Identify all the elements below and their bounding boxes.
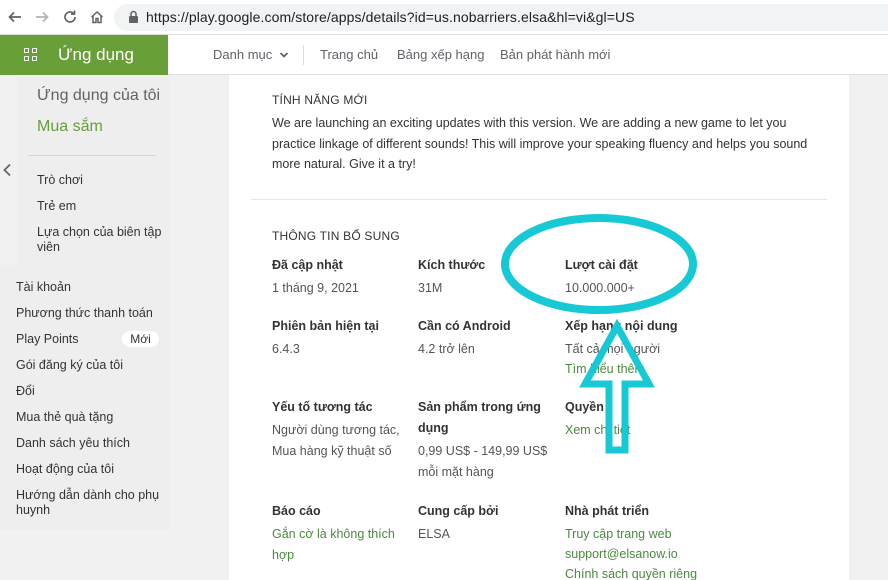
android-value: 4.2 trở lên bbox=[418, 342, 475, 356]
whats-new-text: We are launching an exciting updates wit… bbox=[272, 116, 808, 171]
sidebar-item-activity[interactable]: Hoạt động của tôi bbox=[16, 462, 114, 477]
offered-by-value: ELSA bbox=[418, 527, 450, 541]
categories-label: Danh mục bbox=[213, 47, 273, 62]
privacy-policy-link[interactable]: Chính sách quyền riêng bbox=[565, 564, 697, 580]
content-rating-value: Tất cả mọi người bbox=[565, 342, 661, 356]
size-value: 31M bbox=[418, 281, 443, 295]
sidebar-divider bbox=[28, 155, 156, 156]
categories-menu[interactable]: Danh mục bbox=[213, 47, 289, 62]
sidebar-item-my-apps[interactable]: Ứng dụng của tôi bbox=[37, 87, 160, 105]
back-icon[interactable] bbox=[5, 7, 25, 27]
sidebar-item-payment[interactable]: Phương thức thanh toán bbox=[16, 306, 153, 321]
installs-label: Lượt cài đặt bbox=[565, 258, 638, 272]
apps-section-tab[interactable]: Ứng dụng bbox=[0, 35, 168, 75]
updated-label: Đã cập nhật bbox=[272, 258, 343, 272]
developer-website-link[interactable]: Truy cập trang web bbox=[565, 524, 672, 545]
sidebar-item-editors-choice[interactable]: Lựa chọn của biên tập viên bbox=[37, 225, 162, 255]
additional-info-title: THÔNG TIN BỔ SUNG bbox=[272, 229, 400, 243]
sidebar-item-play-points[interactable]: Play Points bbox=[16, 332, 79, 347]
version-label: Phiên bản hiện tại bbox=[272, 319, 379, 333]
developer-label: Nhà phát triển bbox=[565, 504, 650, 518]
size-label: Kích thước bbox=[418, 258, 486, 272]
in-app-products-value: 0,99 US$ - 149,99 US$ mỗi mặt hàng bbox=[418, 444, 548, 479]
chevron-left-icon[interactable] bbox=[2, 163, 12, 182]
home-icon[interactable] bbox=[87, 7, 107, 27]
sidebar-item-gift-card[interactable]: Mua thẻ quà tặng bbox=[16, 410, 113, 425]
whats-new-title: TÍNH NĂNG MỚI bbox=[272, 93, 368, 107]
new-badge: Mới bbox=[122, 331, 159, 347]
permissions-label: Quyền bbox=[565, 400, 604, 414]
interactive-elements-value: Người dùng tương tác, Mua hàng kỹ thuật … bbox=[272, 423, 400, 458]
apps-grid-icon bbox=[24, 48, 38, 62]
sidebar-item-wishlist[interactable]: Danh sách yêu thích bbox=[16, 436, 130, 451]
apps-section-label: Ứng dụng bbox=[58, 45, 134, 64]
learn-more-link[interactable]: Tìm hiểu thêm bbox=[565, 359, 645, 380]
sidebar-item-games[interactable]: Trò chơi bbox=[37, 173, 83, 188]
home-link[interactable]: Trang chủ bbox=[320, 47, 378, 62]
sidebar-item-shop[interactable]: Mua sắm bbox=[37, 118, 103, 136]
android-label: Cần có Android bbox=[418, 319, 511, 333]
url-text[interactable]: https://play.google.com/store/apps/detai… bbox=[146, 9, 635, 25]
browser-toolbar: https://play.google.com/store/apps/detai… bbox=[0, 0, 888, 35]
version-value: 6.4.3 bbox=[272, 342, 300, 356]
interactive-elements-label: Yếu tố tương tác bbox=[272, 400, 373, 414]
nav-divider bbox=[303, 45, 304, 65]
reload-icon[interactable] bbox=[60, 7, 80, 27]
sidebar-item-parent-guide[interactable]: Hướng dẫn dành cho phụ huynh bbox=[16, 488, 166, 518]
store-header: Ứng dụng Danh mục Trang chủ Bảng xếp hạn… bbox=[0, 35, 888, 75]
sidebar-item-account[interactable]: Tài khoản bbox=[16, 280, 71, 295]
lock-icon[interactable] bbox=[128, 10, 139, 29]
installs-value: 10.000.000+ bbox=[565, 281, 635, 295]
view-details-link[interactable]: Xem chi tiết bbox=[565, 420, 630, 441]
offered-by-label: Cung cấp bởi bbox=[418, 504, 499, 518]
section-divider bbox=[251, 199, 827, 200]
flag-inappropriate-link[interactable]: Gắn cờ là không thích hợp bbox=[272, 524, 402, 566]
sidebar-item-kids[interactable]: Trẻ em bbox=[37, 199, 76, 214]
in-app-products-label: Sản phẩm trong ứng dụng bbox=[418, 400, 541, 435]
content-rating-label: Xếp hạng nội dung bbox=[565, 319, 678, 333]
new-releases-link[interactable]: Bản phát hành mới bbox=[500, 47, 610, 62]
forward-icon[interactable] bbox=[32, 7, 52, 27]
app-details-card: TÍNH NĂNG MỚI We are launching an exciti… bbox=[229, 75, 849, 580]
charts-link[interactable]: Bảng xếp hạng bbox=[397, 47, 484, 62]
sidebar-item-redeem[interactable]: Đổi bbox=[16, 384, 35, 399]
developer-email-link[interactable]: support@elsanow.io bbox=[565, 544, 678, 565]
sidebar-item-subscriptions[interactable]: Gói đăng ký của tôi bbox=[16, 358, 123, 373]
chevron-down-icon bbox=[279, 52, 289, 58]
report-label: Báo cáo bbox=[272, 504, 321, 518]
updated-value: 1 tháng 9, 2021 bbox=[272, 281, 359, 295]
